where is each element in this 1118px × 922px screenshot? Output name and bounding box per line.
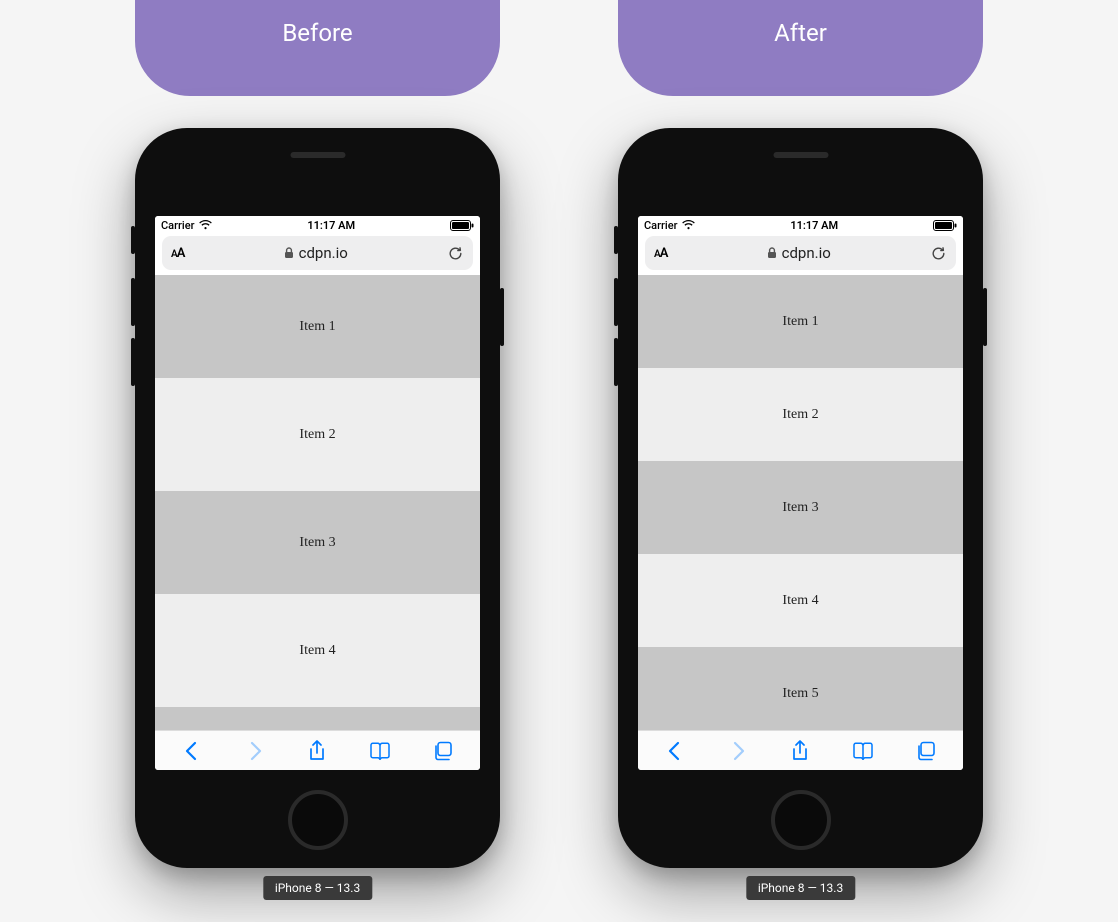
home-button[interactable]	[288, 790, 348, 850]
wifi-icon	[682, 220, 695, 230]
list-item[interactable]: Item 3	[638, 461, 963, 554]
phone-after: Carrier 11:17 AM AA	[618, 128, 983, 868]
url-text: cdpn.io	[782, 244, 831, 262]
volume-down-button	[614, 338, 618, 386]
url-bar[interactable]: AA cdpn.io	[162, 236, 473, 270]
phone-frame: Carrier 11:17 AM AA	[135, 128, 500, 868]
tabs-button[interactable]	[428, 741, 458, 761]
bookmarks-button[interactable]	[848, 742, 878, 760]
phone-frame: Carrier 11:17 AM AA	[618, 128, 983, 868]
battery-icon	[450, 220, 474, 231]
header-after-label: After	[774, 19, 827, 47]
share-button[interactable]	[302, 740, 332, 762]
forward-button[interactable]	[240, 741, 270, 761]
status-bar: Carrier 11:17 AM	[638, 216, 963, 234]
lock-icon	[284, 247, 294, 259]
mute-switch	[614, 226, 618, 254]
url-text: cdpn.io	[299, 244, 348, 262]
content-area-after[interactable]: Item 1 Item 2 Item 3 Item 4 Item 5	[638, 275, 963, 730]
home-button[interactable]	[771, 790, 831, 850]
safari-toolbar	[638, 730, 963, 770]
screen: Carrier 11:17 AM AA	[155, 216, 480, 770]
list-item[interactable]	[155, 707, 480, 730]
power-button	[500, 288, 504, 346]
screen: Carrier 11:17 AM AA	[638, 216, 963, 770]
list-item[interactable]: Item 3	[155, 491, 480, 594]
header-after: After	[618, 0, 983, 96]
speaker-slot	[773, 152, 828, 158]
lock-icon	[767, 247, 777, 259]
status-bar: Carrier 11:17 AM	[155, 216, 480, 234]
device-label: iPhone 8 — 13.3	[263, 876, 372, 900]
back-button[interactable]	[177, 741, 207, 761]
phone-before: Carrier 11:17 AM AA	[135, 128, 500, 868]
volume-up-button	[131, 278, 135, 326]
volume-up-button	[614, 278, 618, 326]
header-before: Before	[135, 0, 500, 96]
url-bar[interactable]: AA cdpn.io	[645, 236, 956, 270]
safari-toolbar	[155, 730, 480, 770]
list-item[interactable]: Item 4	[155, 594, 480, 707]
status-time: 11:17 AM	[695, 219, 933, 232]
text-size-button[interactable]: AA	[654, 246, 667, 261]
volume-down-button	[131, 338, 135, 386]
battery-icon	[933, 220, 957, 231]
list-item[interactable]: Item 5	[638, 647, 963, 730]
text-size-button[interactable]: AA	[171, 246, 184, 261]
reload-icon[interactable]	[447, 245, 464, 262]
url-display[interactable]: cdpn.io	[667, 244, 930, 262]
list-item[interactable]: Item 1	[155, 275, 480, 378]
bookmarks-button[interactable]	[365, 742, 395, 760]
reload-icon[interactable]	[930, 245, 947, 262]
list-item[interactable]: Item 2	[155, 378, 480, 491]
list-item[interactable]: Item 4	[638, 554, 963, 647]
power-button	[983, 288, 987, 346]
forward-button[interactable]	[723, 741, 753, 761]
list-item[interactable]: Item 2	[638, 368, 963, 461]
tabs-button[interactable]	[911, 741, 941, 761]
wifi-icon	[199, 220, 212, 230]
url-display[interactable]: cdpn.io	[184, 244, 447, 262]
header-before-label: Before	[282, 19, 352, 47]
back-button[interactable]	[660, 741, 690, 761]
share-button[interactable]	[785, 740, 815, 762]
device-label: iPhone 8 — 13.3	[746, 876, 855, 900]
mute-switch	[131, 226, 135, 254]
carrier-label: Carrier	[644, 219, 677, 232]
list-item[interactable]: Item 1	[638, 275, 963, 368]
carrier-label: Carrier	[161, 219, 194, 232]
content-area-before[interactable]: Item 1 Item 2 Item 3 Item 4	[155, 275, 480, 730]
speaker-slot	[290, 152, 345, 158]
status-time: 11:17 AM	[212, 219, 450, 232]
